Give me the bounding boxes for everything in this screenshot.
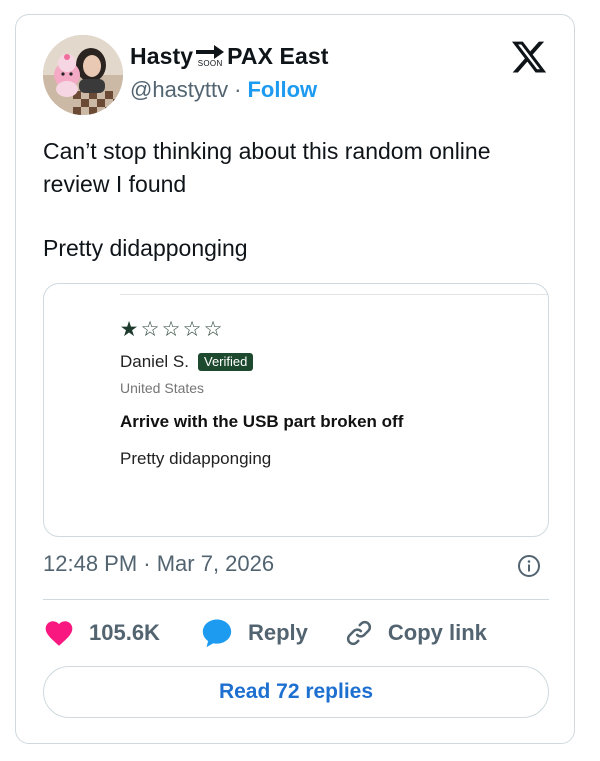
speech-bubble-icon (202, 619, 232, 648)
info-icon[interactable] (517, 554, 541, 578)
copy-link-button[interactable]: Copy link (344, 618, 487, 648)
reply-button[interactable]: Reply (200, 616, 308, 650)
verified-badge: Verified (197, 353, 254, 371)
star-filled-icon: ★ (119, 318, 140, 341)
avatar-photo-icon (43, 35, 123, 115)
soon-arrow-emoji: SOON (195, 44, 225, 68)
star-empty-icon: ☆ (140, 318, 161, 341)
author-name-part2: PAX East (227, 42, 329, 69)
tweet-timestamp[interactable]: 12:48 PM · Mar 7, 2026 (43, 551, 274, 577)
star-empty-icon: ☆ (203, 318, 224, 341)
star-empty-icon: ☆ (161, 318, 182, 341)
tweet-card: Hasty SOON PAX East @hastyttv · Follow C… (15, 14, 575, 744)
reviewer-name: Daniel S. (120, 352, 189, 371)
copy-link-label: Copy link (387, 620, 487, 645)
avatar[interactable] (43, 35, 123, 115)
tweet-text-line2: Pretty didapponging (43, 235, 248, 261)
separator-dot: · (234, 77, 242, 102)
review-title: Arrive with the USB part broken off (120, 412, 404, 431)
like-count: 105.6K (89, 620, 160, 645)
author-name[interactable]: Hasty SOON PAX East (130, 41, 329, 71)
tweet-text: Can’t stop thinking about this random on… (43, 138, 491, 197)
divider (43, 599, 549, 600)
like-button[interactable]: 105.6K (43, 617, 160, 649)
right-arrow-icon (196, 44, 225, 59)
handle-row: @hastyttv · Follow (130, 77, 317, 103)
review-body: Pretty didapponging (120, 449, 272, 468)
reply-label: Reply (247, 620, 308, 645)
star-empty-icon: ☆ (182, 318, 203, 341)
x-logo-icon[interactable] (510, 38, 548, 76)
author-handle[interactable]: @hastyttv (130, 77, 228, 103)
read-replies-button[interactable]: Read 72 replies (43, 666, 549, 718)
reviewer-row: Daniel S. Verified (120, 352, 254, 372)
follow-button[interactable]: Follow (247, 77, 317, 103)
reviewer-country: United States (120, 380, 205, 396)
link-icon (346, 620, 371, 646)
action-bar: 105.6K Reply Copy link (43, 615, 487, 651)
author-name-part1: Hasty (130, 42, 194, 69)
heart-icon (45, 621, 73, 646)
embedded-review-image[interactable]: ★ ☆ ☆ ☆ ☆ Daniel S. Verified United Stat… (43, 283, 549, 537)
star-rating: ★ ☆ ☆ ☆ ☆ (119, 317, 224, 342)
embed-divider (120, 294, 548, 295)
soon-caption: SOON (197, 58, 223, 68)
